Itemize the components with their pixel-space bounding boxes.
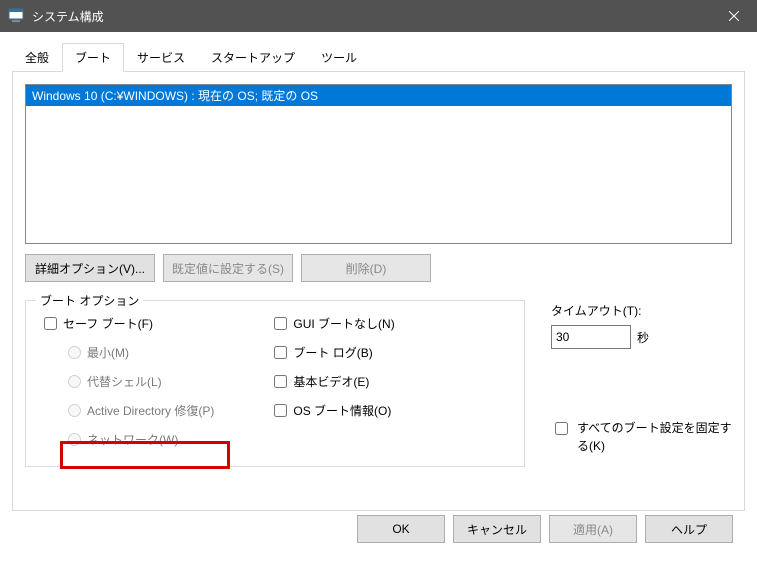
safe-boot-input[interactable] — [44, 317, 57, 330]
os-info-input[interactable] — [274, 404, 287, 417]
ad-repair-radio: Active Directory 修復(P) — [68, 402, 214, 419]
tab-strip: 全般 ブート サービス スタートアップ ツール — [12, 42, 745, 71]
timeout-area: タイムアウト(T): 秒 すべてのブート設定を固定する(K) — [551, 302, 741, 455]
boot-log-checkbox[interactable]: ブート ログ(B) — [274, 344, 394, 361]
safe-boot-column: セーフ ブート(F) 最小(M) 代替シェル(L) Active Directo… — [44, 315, 214, 448]
boot-options-group: ブート オプション セーフ ブート(F) 最小(M) 代替シェル(L) — [25, 300, 525, 467]
network-label: ネットワーク(W) — [87, 431, 178, 448]
tab-boot[interactable]: ブート — [62, 43, 124, 72]
no-gui-input[interactable] — [274, 317, 287, 330]
client-area: 全般 ブート サービス スタートアップ ツール Windows 10 (C:¥W… — [0, 32, 757, 557]
tab-general[interactable]: 全般 — [12, 43, 62, 72]
fix-settings-input[interactable] — [555, 422, 568, 435]
boot-entry[interactable]: Windows 10 (C:¥WINDOWS) : 現在の OS; 既定の OS — [26, 85, 731, 106]
advanced-options-button[interactable]: 詳細オプション(V)... — [25, 254, 155, 282]
tab-startup[interactable]: スタートアップ — [198, 43, 308, 72]
no-gui-label: GUI ブートなし(N) — [293, 315, 394, 332]
no-gui-checkbox[interactable]: GUI ブートなし(N) — [274, 315, 394, 332]
network-radio: ネットワーク(W) — [68, 431, 214, 448]
boot-entries-list[interactable]: Windows 10 (C:¥WINDOWS) : 現在の OS; 既定の OS — [25, 84, 732, 244]
boot-flags-column: GUI ブートなし(N) ブート ログ(B) 基本ビデオ(E) OS ブート情報… — [274, 315, 394, 448]
delete-button: 削除(D) — [301, 254, 431, 282]
set-default-button: 既定値に設定する(S) — [163, 254, 293, 282]
app-icon — [8, 8, 24, 24]
minimal-label: 最小(M) — [87, 344, 129, 361]
minimal-radio: 最小(M) — [68, 344, 214, 361]
timeout-seconds: 秒 — [637, 329, 649, 346]
os-info-label: OS ブート情報(O) — [293, 402, 391, 419]
cancel-button[interactable]: キャンセル — [453, 515, 541, 543]
timeout-input[interactable] — [551, 325, 631, 349]
fix-settings-checkbox[interactable]: すべてのブート設定を固定する(K) — [551, 419, 741, 455]
tab-tools[interactable]: ツール — [308, 43, 370, 72]
fix-settings-label: すべてのブート設定を固定する(K) — [577, 419, 741, 455]
help-button[interactable]: ヘルプ — [645, 515, 733, 543]
base-video-input[interactable] — [274, 375, 287, 388]
os-info-checkbox[interactable]: OS ブート情報(O) — [274, 402, 394, 419]
window-title: システム構成 — [32, 8, 711, 25]
close-icon — [729, 11, 739, 21]
ok-button[interactable]: OK — [357, 515, 445, 543]
tab-services[interactable]: サービス — [124, 43, 198, 72]
close-button[interactable] — [711, 0, 757, 32]
ad-repair-label: Active Directory 修復(P) — [87, 402, 214, 419]
base-video-label: 基本ビデオ(E) — [293, 373, 369, 390]
ad-repair-input — [68, 404, 81, 417]
titlebar: システム構成 — [0, 0, 757, 32]
base-video-checkbox[interactable]: 基本ビデオ(E) — [274, 373, 394, 390]
boot-options-legend: ブート オプション — [36, 292, 143, 309]
network-input — [68, 433, 81, 446]
safe-boot-label: セーフ ブート(F) — [63, 315, 153, 332]
alt-shell-input — [68, 375, 81, 388]
alt-shell-radio: 代替シェル(L) — [68, 373, 214, 390]
minimal-input — [68, 346, 81, 359]
boot-log-input[interactable] — [274, 346, 287, 359]
timeout-label: タイムアウト(T): — [551, 302, 741, 319]
boot-log-label: ブート ログ(B) — [293, 344, 372, 361]
boot-buttons-row: 詳細オプション(V)... 既定値に設定する(S) 削除(D) — [25, 254, 732, 282]
alt-shell-label: 代替シェル(L) — [87, 373, 162, 390]
boot-tab-panel: Windows 10 (C:¥WINDOWS) : 現在の OS; 既定の OS… — [12, 71, 745, 511]
safe-boot-checkbox[interactable]: セーフ ブート(F) — [44, 315, 214, 332]
dialog-footer: OK キャンセル 適用(A) ヘルプ — [12, 511, 745, 543]
apply-button: 適用(A) — [549, 515, 637, 543]
